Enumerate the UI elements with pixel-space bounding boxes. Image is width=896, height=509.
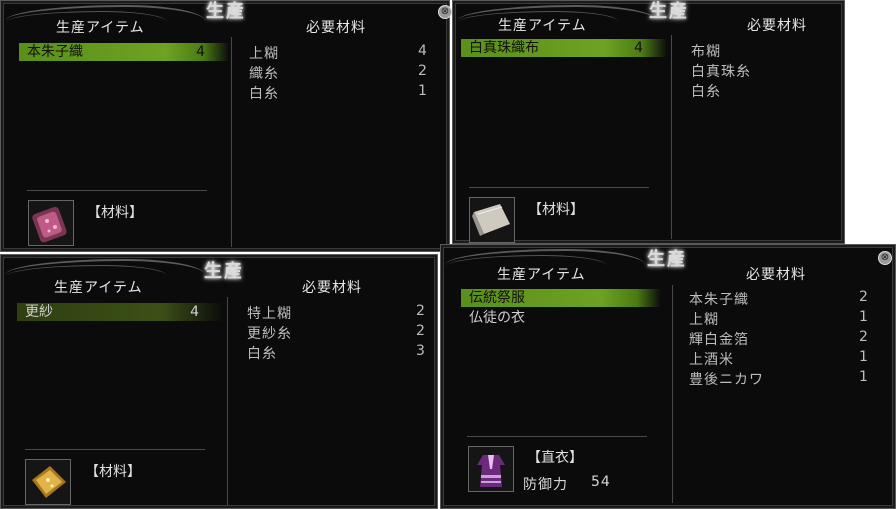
item-name: 仏徒の衣 [469,310,525,326]
close-icon[interactable]: ⊗ [878,251,892,265]
item-name: 白真珠織布 [469,40,539,56]
material-name: 布糊 [691,44,721,60]
production-panel-4: 生産 ⊗ 生産アイテム 必要材料 伝統祭服 仏徒の衣 本朱子織 2 上糊 1 輝… [440,244,896,509]
materials-header: 必要材料 [306,20,366,36]
items-header: 生産アイテム [54,280,143,296]
material-qty: 1 [859,309,868,325]
items-header: 生産アイテム [497,267,586,283]
item-name: 更紗 [25,304,53,320]
material-name: 更紗糸 [247,326,292,342]
items-header: 生産アイテム [498,18,587,34]
material-qty: 2 [416,323,425,339]
material-qty: 2 [416,303,425,319]
material-qty: 1 [859,369,868,385]
panel-title: 生産 [206,1,246,22]
column-divider [672,285,673,503]
material-qty: 2 [418,63,427,79]
item-name: 本朱子織 [27,44,83,60]
defense-value: 54 [591,474,611,490]
item-count: 4 [634,40,643,56]
material-qty: 4 [418,43,427,59]
material-name: 上酒米 [689,352,734,368]
materials-header: 必要材料 [746,267,806,283]
white-cloth-roll-icon [469,197,515,243]
materials-header: 必要材料 [302,280,362,296]
material-qty: 2 [859,289,868,305]
panel-title: 生産 [647,249,687,270]
category-label: 【材料】 [528,202,584,218]
column-divider [231,37,232,247]
material-qty: 1 [859,349,868,365]
material-name: 豊後ニカワ [689,372,764,388]
material-name: 白真珠糸 [691,64,751,80]
defense-label: 防御力 [523,477,568,493]
item-row[interactable]: 更紗 4 [17,303,223,321]
material-name: 白糸 [249,86,279,102]
material-qty: 3 [416,343,425,359]
pink-fabric-icon [28,200,74,246]
divider [467,436,647,437]
item-name: 伝統祭服 [469,290,525,306]
item-count: 4 [190,304,199,320]
item-row[interactable]: 仏徒の衣 [461,309,661,327]
panel-title: 生産 [204,261,244,282]
material-qty: 1 [418,83,427,99]
material-name: 上糊 [249,46,279,62]
item-row[interactable]: 本朱子織 4 [19,43,229,61]
production-panel-2: 生産 生産アイテム 必要材料 白真珠織布 4 布糊 白真珠糸 白糸 【材料】 [452,0,845,244]
close-icon[interactable]: ⊗ [438,5,452,19]
item-row[interactable]: 伝統祭服 [461,289,661,307]
column-divider [227,297,228,505]
category-label: 【材料】 [87,205,143,221]
column-divider [671,35,672,239]
purple-robe-icon [468,446,514,492]
material-name: 特上糊 [247,306,292,322]
divider [469,187,649,188]
material-name: 輝白金箔 [689,332,749,348]
items-header: 生産アイテム [56,20,145,36]
panel-title: 生産 [649,1,689,22]
production-panel-3: 生産 生産アイテム 必要材料 更紗 4 特上糊 2 更紗糸 2 白糸 3 【材料… [0,254,438,509]
material-name: 上糊 [689,312,719,328]
material-qty: 2 [859,329,868,345]
divider [27,190,207,191]
material-name: 本朱子織 [689,292,749,308]
category-label: 【直衣】 [527,450,583,466]
material-name: 白糸 [691,84,721,100]
production-panel-1: 生産 ⊗ 生産アイテム 必要材料 本朱子織 4 上糊 4 織糸 2 白糸 1 【… [0,0,452,252]
category-label: 【材料】 [85,464,141,480]
material-name: 白糸 [247,346,277,362]
material-name: 織糸 [249,66,279,82]
divider [25,449,205,450]
item-row[interactable]: 白真珠織布 4 [461,39,667,57]
gold-fabric-icon [25,459,71,505]
materials-header: 必要材料 [747,18,807,34]
item-count: 4 [196,44,205,60]
